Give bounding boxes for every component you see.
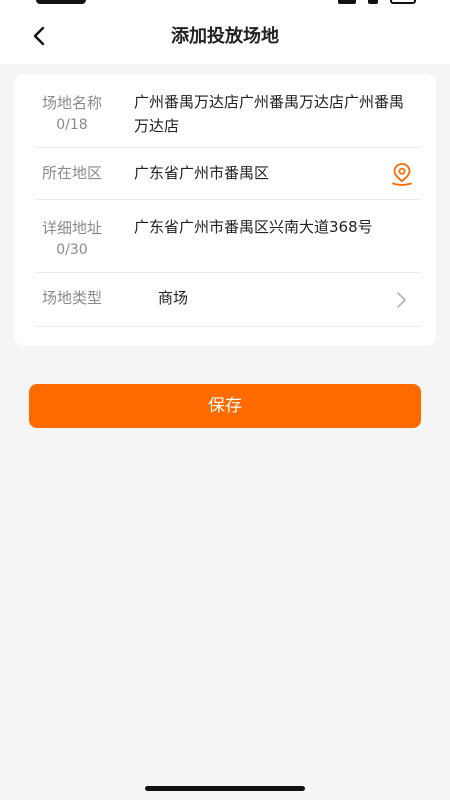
location-button[interactable] xyxy=(388,161,416,187)
location-pin-icon xyxy=(392,163,412,186)
wifi-icon xyxy=(368,0,378,4)
battery-icon xyxy=(390,0,416,4)
venue-type-label: 场地类型 xyxy=(41,289,102,307)
venue-name-input[interactable]: 广州番禺万达店广州番禺万达店广州番禺万达店 xyxy=(134,90,412,138)
venue-name-row: 场地名称 0/18 广州番禺万达店广州番禺万达店广州番禺万达店 xyxy=(34,74,422,148)
address-label: 详细地址 0/30 xyxy=(34,217,110,261)
chevron-right-icon xyxy=(397,292,406,308)
venue-name-counter: 0/18 xyxy=(56,117,88,133)
top-nav-bar: 添加投放场地 xyxy=(0,10,450,64)
home-indicator xyxy=(145,786,305,791)
region-value[interactable]: 广东省广州市番禺区 xyxy=(134,161,406,185)
status-bar xyxy=(0,0,450,10)
region-row[interactable]: 所在地区 广东省广州市番禺区 xyxy=(34,147,422,200)
venue-type-value[interactable]: 商场 xyxy=(158,286,382,310)
signal-icon xyxy=(338,0,356,4)
page-title: 添加投放场地 xyxy=(171,26,279,47)
venue-type-picker[interactable] xyxy=(394,291,408,309)
status-time xyxy=(36,0,86,4)
address-row: 详细地址 0/30 广东省广州市番禺区兴南大道368号 xyxy=(34,199,422,273)
address-label-text: 详细地址 xyxy=(41,219,102,237)
venue-form-card: 场地名称 0/18 广州番禺万达店广州番禺万达店广州番禺万达店 所在地区 广东省… xyxy=(14,74,436,346)
venue-name-label-text: 场地名称 xyxy=(41,94,102,112)
address-input[interactable]: 广东省广州市番禺区兴南大道368号 xyxy=(134,215,412,239)
venue-type-row[interactable]: 场地类型 商场 xyxy=(34,272,422,327)
region-label: 所在地区 xyxy=(41,164,102,182)
venue-name-label: 场地名称 0/18 xyxy=(34,92,110,136)
save-button[interactable]: 保存 xyxy=(29,384,421,428)
address-counter: 0/30 xyxy=(56,242,88,258)
status-icons xyxy=(338,0,428,4)
